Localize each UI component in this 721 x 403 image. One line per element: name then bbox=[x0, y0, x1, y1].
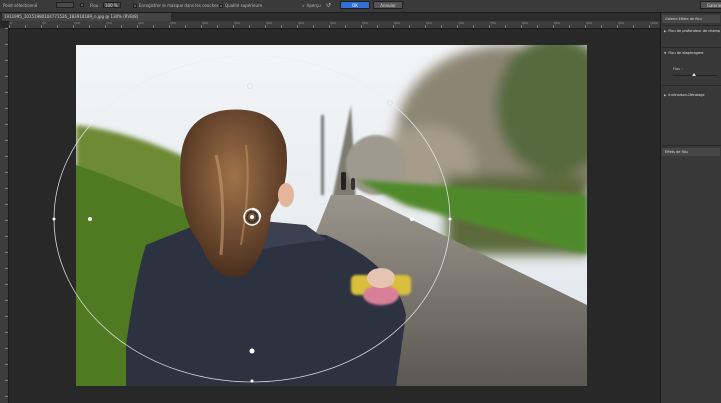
horizontal-ruler: 0 50 100 150 200 250 300 350 400 450 500 550 600 650 7… bbox=[9, 21, 660, 29]
ruler-label: 100 bbox=[74, 21, 80, 25]
cancel-button[interactable]: Annuler bbox=[373, 1, 403, 9]
ruler-label: 250 bbox=[170, 21, 176, 25]
blur-param-label: Flou : bbox=[673, 67, 683, 71]
options-bar: Point sélectionné Flou : 100 % Enregistr… bbox=[0, 0, 721, 13]
mask-checkbox-left[interactable] bbox=[80, 3, 84, 7]
ruler-label: 200 bbox=[138, 21, 144, 25]
ruler-label: 50 bbox=[42, 21, 46, 25]
vertical-ruler bbox=[0, 28, 9, 403]
ruler-label: 600 bbox=[394, 21, 400, 25]
ruler-label: 750 bbox=[490, 21, 496, 25]
save-mask-option[interactable]: Enregistrer le masque dans les couches bbox=[133, 2, 219, 9]
ruler-label: 500 bbox=[330, 21, 336, 25]
collapsed-arrow-icon: ▶ bbox=[664, 29, 667, 33]
blur-slider-thumb[interactable] bbox=[692, 73, 696, 76]
ruler-label: 650 bbox=[426, 21, 432, 25]
panel-item-field-blur[interactable]: ▶ Flou de profondeur de champ bbox=[664, 29, 720, 33]
blur-amount-input[interactable]: 100 % bbox=[103, 2, 121, 8]
ruler-label: 700 bbox=[458, 21, 464, 25]
ruler-label: 300 bbox=[202, 21, 208, 25]
ruler-label: 150 bbox=[106, 21, 112, 25]
panel-tab-blur-gallery[interactable]: Galerie Effets de flou bbox=[662, 15, 720, 23]
high-quality-option[interactable]: Qualité supérieure bbox=[219, 2, 262, 9]
save-mask-checkbox[interactable] bbox=[133, 4, 137, 8]
ruler-label: 350 bbox=[234, 21, 240, 25]
photo-image bbox=[76, 45, 587, 386]
panel-item-iris-blur[interactable]: ▼ Flou de diaphragme bbox=[664, 51, 703, 55]
ruler-label: 800 bbox=[522, 21, 528, 25]
ruler-label: 900 bbox=[586, 21, 592, 25]
reset-icon[interactable]: ↺ bbox=[326, 2, 331, 10]
ruler-label: 850 bbox=[554, 21, 560, 25]
ok-button[interactable]: OK bbox=[340, 1, 370, 9]
preview-option[interactable]: ✓ Aperçu bbox=[302, 2, 321, 9]
gallery-button[interactable]: Galerie bbox=[700, 1, 721, 9]
photo[interactable] bbox=[76, 45, 587, 386]
selected-point-label: Point sélectionné bbox=[3, 3, 38, 8]
ruler-label: 550 bbox=[362, 21, 368, 25]
ruler-label: 950 bbox=[618, 21, 624, 25]
expanded-arrow-icon: ▼ bbox=[664, 51, 667, 55]
panel-item-tilt-shift[interactable]: ▶ Inclinaison-Décalage bbox=[664, 93, 705, 97]
collapsed-arrow-icon: ▶ bbox=[664, 93, 667, 97]
ruler-label: 0 bbox=[10, 21, 12, 25]
ruler-label: 450 bbox=[298, 21, 304, 25]
blur-label: Flou : bbox=[90, 3, 102, 8]
blur-gallery-panel: Galerie Effets de flou ▶ Flou de profonde… bbox=[660, 13, 721, 403]
ruler-label: 1000 bbox=[650, 21, 658, 25]
high-quality-checkbox[interactable] bbox=[219, 4, 223, 8]
ruler-label: 400 bbox=[266, 21, 272, 25]
panel-tab-blur-effects[interactable]: Effets de flou bbox=[662, 148, 720, 156]
point-value-box[interactable] bbox=[56, 2, 74, 8]
document-tab[interactable]: 1911995_10151980104771526_183910189_n.jp… bbox=[2, 13, 171, 21]
check-icon: ✓ bbox=[302, 3, 306, 8]
